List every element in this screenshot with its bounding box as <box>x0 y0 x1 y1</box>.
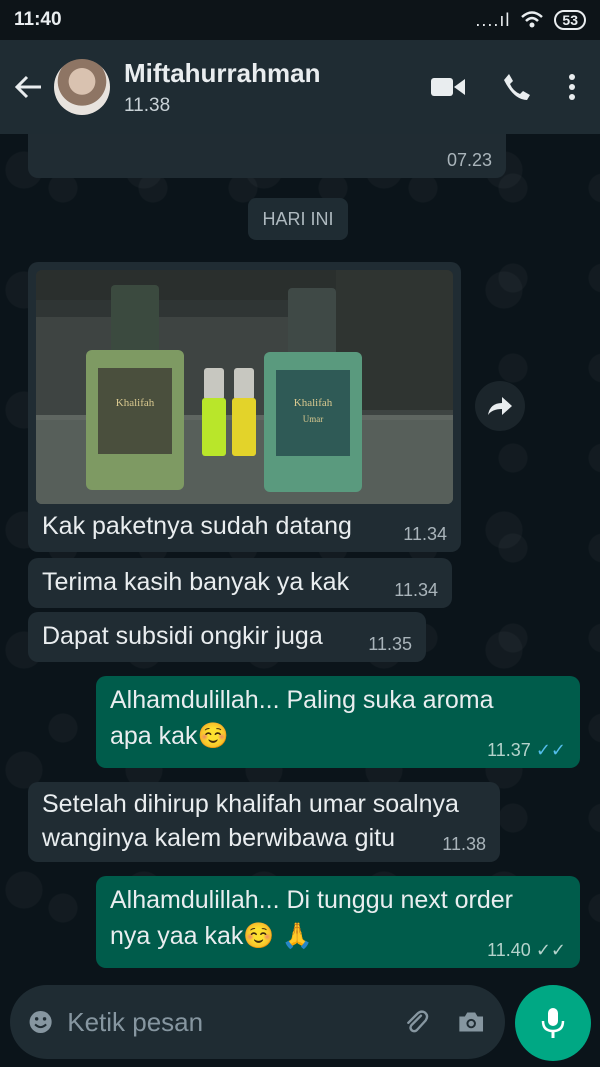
message-bubble-partial[interactable]: 07.23 <box>28 134 506 178</box>
photo-sub-right: Umar <box>303 414 324 424</box>
last-seen: 11.38 <box>124 94 171 116</box>
signal-icon: ....ıl <box>475 9 511 30</box>
date-divider: HARI INI <box>248 198 348 240</box>
camera-icon[interactable] <box>457 1007 485 1037</box>
composer <box>0 977 600 1067</box>
message-time: 11.37 ✓✓ <box>487 740 566 760</box>
photo-label-left: Khalifah <box>116 397 155 409</box>
message-text-line2: apa kak☺️ <box>110 722 229 750</box>
message-input[interactable] <box>67 1006 403 1038</box>
status-bar: 11:40 ....ıl 53 <box>0 0 600 40</box>
delivered-receipt-icon: ✓✓ <box>535 940 566 960</box>
message-input-box[interactable] <box>10 985 505 1059</box>
photo-label-right: Khalifah <box>294 397 333 409</box>
message-text: Alhamdulillah... Paling suka aroma <box>110 686 494 714</box>
message-bubble[interactable]: Alhamdulillah... Paling suka aroma apa k… <box>96 676 580 768</box>
phone-icon[interactable] <box>502 72 532 102</box>
message-text: Terima kasih banyak ya kak <box>42 568 350 596</box>
header-actions <box>430 72 576 102</box>
message-time: 11.35 <box>368 634 412 654</box>
forward-button[interactable] <box>475 381 525 431</box>
paperclip-icon[interactable] <box>402 1004 430 1040</box>
message-bubble[interactable]: Alhamdulillah... Di tunggu next order ny… <box>96 876 580 968</box>
status-icons: ....ıl 53 <box>475 10 586 31</box>
message-time: 11.34 <box>403 524 447 544</box>
status-time: 11:40 <box>14 9 62 30</box>
message-text: Dapat subsidi ongkir juga <box>42 622 323 650</box>
message-bubble[interactable]: Kak paketnya sudah datang 11.34 <box>28 500 461 552</box>
message-text-line2: nya yaa kak☺️ 🙏 <box>110 922 313 950</box>
forward-icon <box>488 397 512 415</box>
message-bubble[interactable]: Dapat subsidi ongkir juga 11.35 <box>28 612 426 662</box>
perfume-photo: Khalifah Khalifah Umar <box>36 270 453 504</box>
message-bubble[interactable]: Terima kasih banyak ya kak 11.34 <box>28 558 452 608</box>
chat-header: Miftahurrahman 11.38 <box>0 40 600 134</box>
video-camera-icon[interactable] <box>430 75 466 99</box>
message-text: Alhamdulillah... Di tunggu next order <box>110 886 514 914</box>
message-photo[interactable]: Khalifah Khalifah Umar <box>36 270 453 504</box>
wifi-icon <box>521 11 544 28</box>
message-time: 11.40 ✓✓ <box>487 940 566 960</box>
chat-area[interactable]: 07.23 HARI INI Khalifah Khalifah Umar Ka… <box>0 134 600 977</box>
message-bubble[interactable]: Setelah dihirup khalifah umar soalnya wa… <box>28 782 500 862</box>
mic-button[interactable] <box>515 985 591 1061</box>
message-time: 11.38 <box>442 834 486 854</box>
emoji-icon[interactable] <box>28 1006 53 1038</box>
message-text: Setelah dihirup khalifah umar soalnya <box>42 790 459 818</box>
message-time: 11.34 <box>394 580 438 600</box>
arrow-left-icon <box>14 75 41 99</box>
mic-icon <box>541 1008 565 1038</box>
message-text: Kak paketnya sudah datang <box>42 512 352 540</box>
read-receipt-icon: ✓✓ <box>535 740 566 760</box>
avatar[interactable] <box>54 59 110 115</box>
back-button[interactable] <box>4 40 52 134</box>
contact-name: Miftahurrahman <box>124 57 321 88</box>
battery-icon: 53 <box>554 10 586 30</box>
message-time: 07.23 <box>446 150 492 170</box>
message-text-line2: wanginya kalem berwibawa gitu <box>42 824 395 852</box>
more-vertical-icon[interactable] <box>568 73 576 101</box>
contact-info[interactable]: Miftahurrahman 11.38 <box>124 58 430 117</box>
